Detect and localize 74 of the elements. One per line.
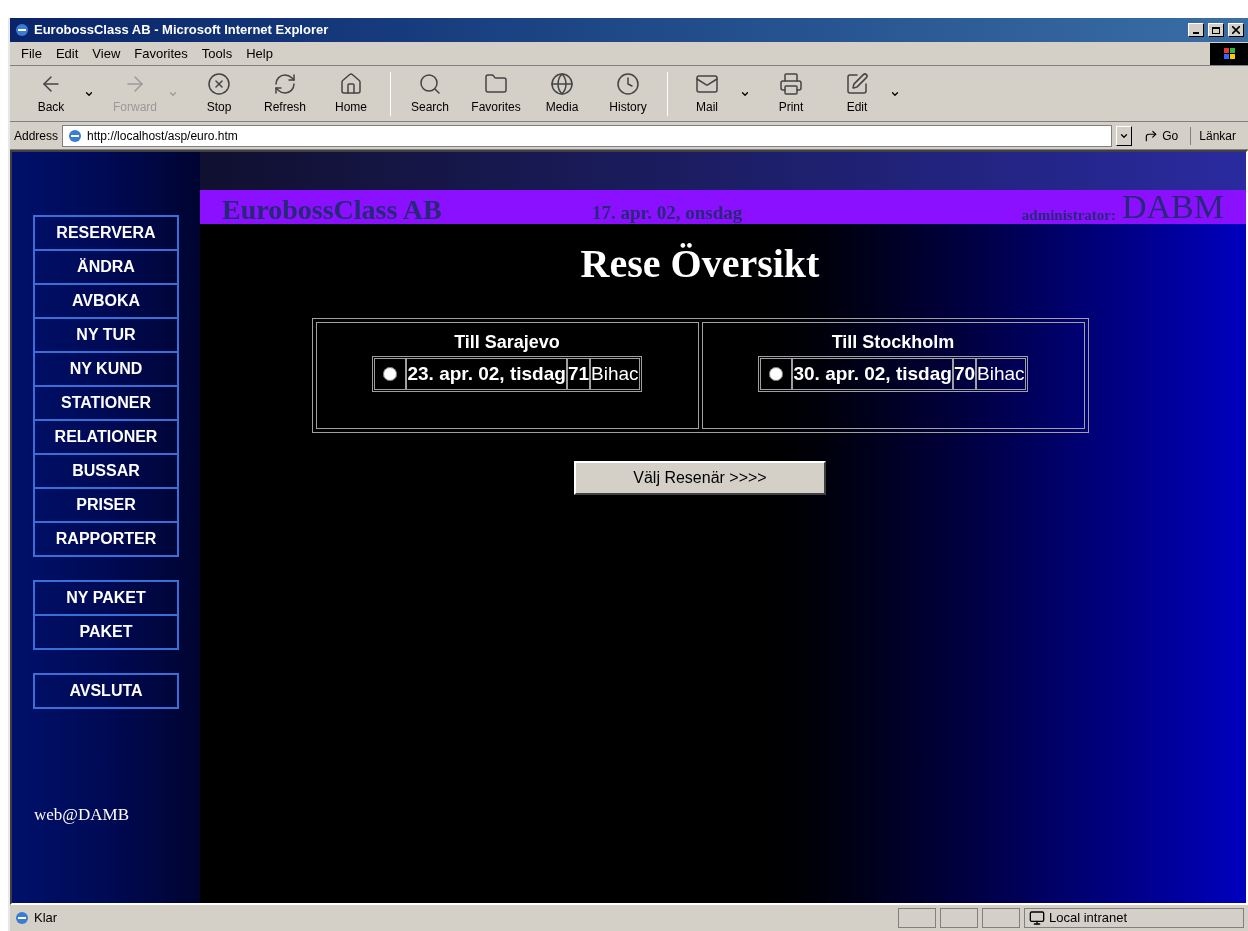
- trip-title: Till Stockholm: [831, 331, 955, 354]
- go-arrow-icon: [1144, 128, 1159, 143]
- toolbar-button[interactable]: Home: [318, 68, 384, 119]
- toolbar-button[interactable]: Favorites: [463, 68, 529, 119]
- trip-date: 30. apr. 02, tisdag: [792, 358, 953, 390]
- menu-item[interactable]: File: [14, 43, 49, 64]
- search-icon: [418, 71, 442, 96]
- minimize-button[interactable]: [1188, 23, 1204, 37]
- toolbar-button[interactable]: Media: [529, 68, 595, 119]
- bus-number: 70: [952, 358, 976, 390]
- toolbar-button[interactable]: Edit: [824, 68, 890, 119]
- maximize-button[interactable]: [1208, 23, 1224, 37]
- printer-icon: [779, 71, 803, 96]
- network-icon: [1029, 910, 1045, 926]
- zone-label: Local intranet: [1049, 909, 1128, 928]
- address-label: Address: [14, 127, 59, 145]
- admin-name: DABM: [1121, 190, 1224, 224]
- edit-icon: [845, 71, 869, 96]
- window-title: EurobossClass AB - Microsoft Internet Explorer: [34, 21, 329, 40]
- stop-icon: [207, 71, 231, 96]
- clock-icon: [616, 71, 640, 96]
- toolbar-button[interactable]: History: [595, 68, 661, 119]
- menu-item[interactable]: Favorites: [127, 43, 195, 64]
- menu-item[interactable]: Tools: [194, 43, 240, 64]
- toolbar-button[interactable]: Refresh: [252, 68, 318, 119]
- folder-icon: [484, 71, 508, 96]
- trip-date: 23. apr. 02, tisdag: [406, 358, 567, 390]
- radio-button[interactable]: [383, 367, 398, 381]
- radio-button[interactable]: [769, 367, 784, 381]
- go-button[interactable]: Go: [1136, 126, 1187, 145]
- bus-number: 71: [566, 358, 590, 390]
- sidebar-link[interactable]: ÄNDRA: [34, 250, 178, 284]
- status-panel: [982, 908, 1020, 928]
- toolbar-button[interactable]: Mail: [674, 68, 740, 119]
- sidebar-link[interactable]: AVSLUTA: [34, 674, 178, 708]
- sidebar-link[interactable]: STATIONER: [34, 386, 178, 420]
- refresh-icon: [273, 71, 297, 96]
- footer-text: web@DAMB: [34, 803, 129, 826]
- sidebar-link[interactable]: NY TUR: [34, 318, 178, 352]
- address-field[interactable]: http://localhost/asp/euro.htm: [62, 124, 1113, 147]
- status-text: Klar: [34, 909, 59, 928]
- menu-item[interactable]: View: [85, 43, 128, 64]
- sidebar-link[interactable]: RELATIONER: [34, 420, 178, 454]
- admin-label: administrator:: [1021, 208, 1116, 223]
- toolbar-button[interactable]: Search: [397, 68, 463, 119]
- company-name: EurobossClass AB: [222, 196, 443, 224]
- departure-place: Bihac: [976, 358, 1026, 390]
- sidebar-link[interactable]: PRISER: [34, 488, 178, 522]
- sidebar-link[interactable]: RAPPORTER: [34, 522, 178, 556]
- status-panel: [898, 908, 936, 928]
- sidebar-link[interactable]: NY KUND: [34, 352, 178, 386]
- dropdown-button[interactable]: [1116, 125, 1133, 146]
- status-panel: [940, 908, 978, 928]
- select-traveller-button[interactable]: Välj Resenär >>>>: [574, 461, 826, 495]
- toolbar-button[interactable]: Stop: [186, 68, 252, 119]
- close-icon: [1232, 26, 1240, 34]
- home-icon: [339, 71, 363, 96]
- sidebar-link[interactable]: RESERVERA: [34, 216, 178, 250]
- sidebar-link[interactable]: PAKET: [34, 615, 178, 649]
- departure-place: Bihac: [590, 358, 640, 390]
- sidebar-link[interactable]: BUSSAR: [34, 454, 178, 488]
- toolbar-button[interactable]: Back: [18, 68, 84, 119]
- close-button[interactable]: [1228, 23, 1244, 37]
- links-label[interactable]: Länkar: [1190, 126, 1244, 145]
- trip-title: Till Sarajevo: [454, 331, 560, 354]
- toolbar-button[interactable]: Print: [758, 68, 824, 119]
- sidebar-link[interactable]: AVBOKA: [34, 284, 178, 318]
- header-date: 17. apr. 02, onsdag: [592, 203, 743, 222]
- globe-icon: [550, 71, 574, 96]
- menu-item[interactable]: Help: [239, 43, 280, 64]
- windows-logo-icon: [1210, 42, 1248, 65]
- menu-item[interactable]: Edit: [48, 43, 86, 64]
- page-heading: Rese Översikt: [580, 240, 820, 288]
- sidebar-link[interactable]: NY PAKET: [34, 581, 178, 615]
